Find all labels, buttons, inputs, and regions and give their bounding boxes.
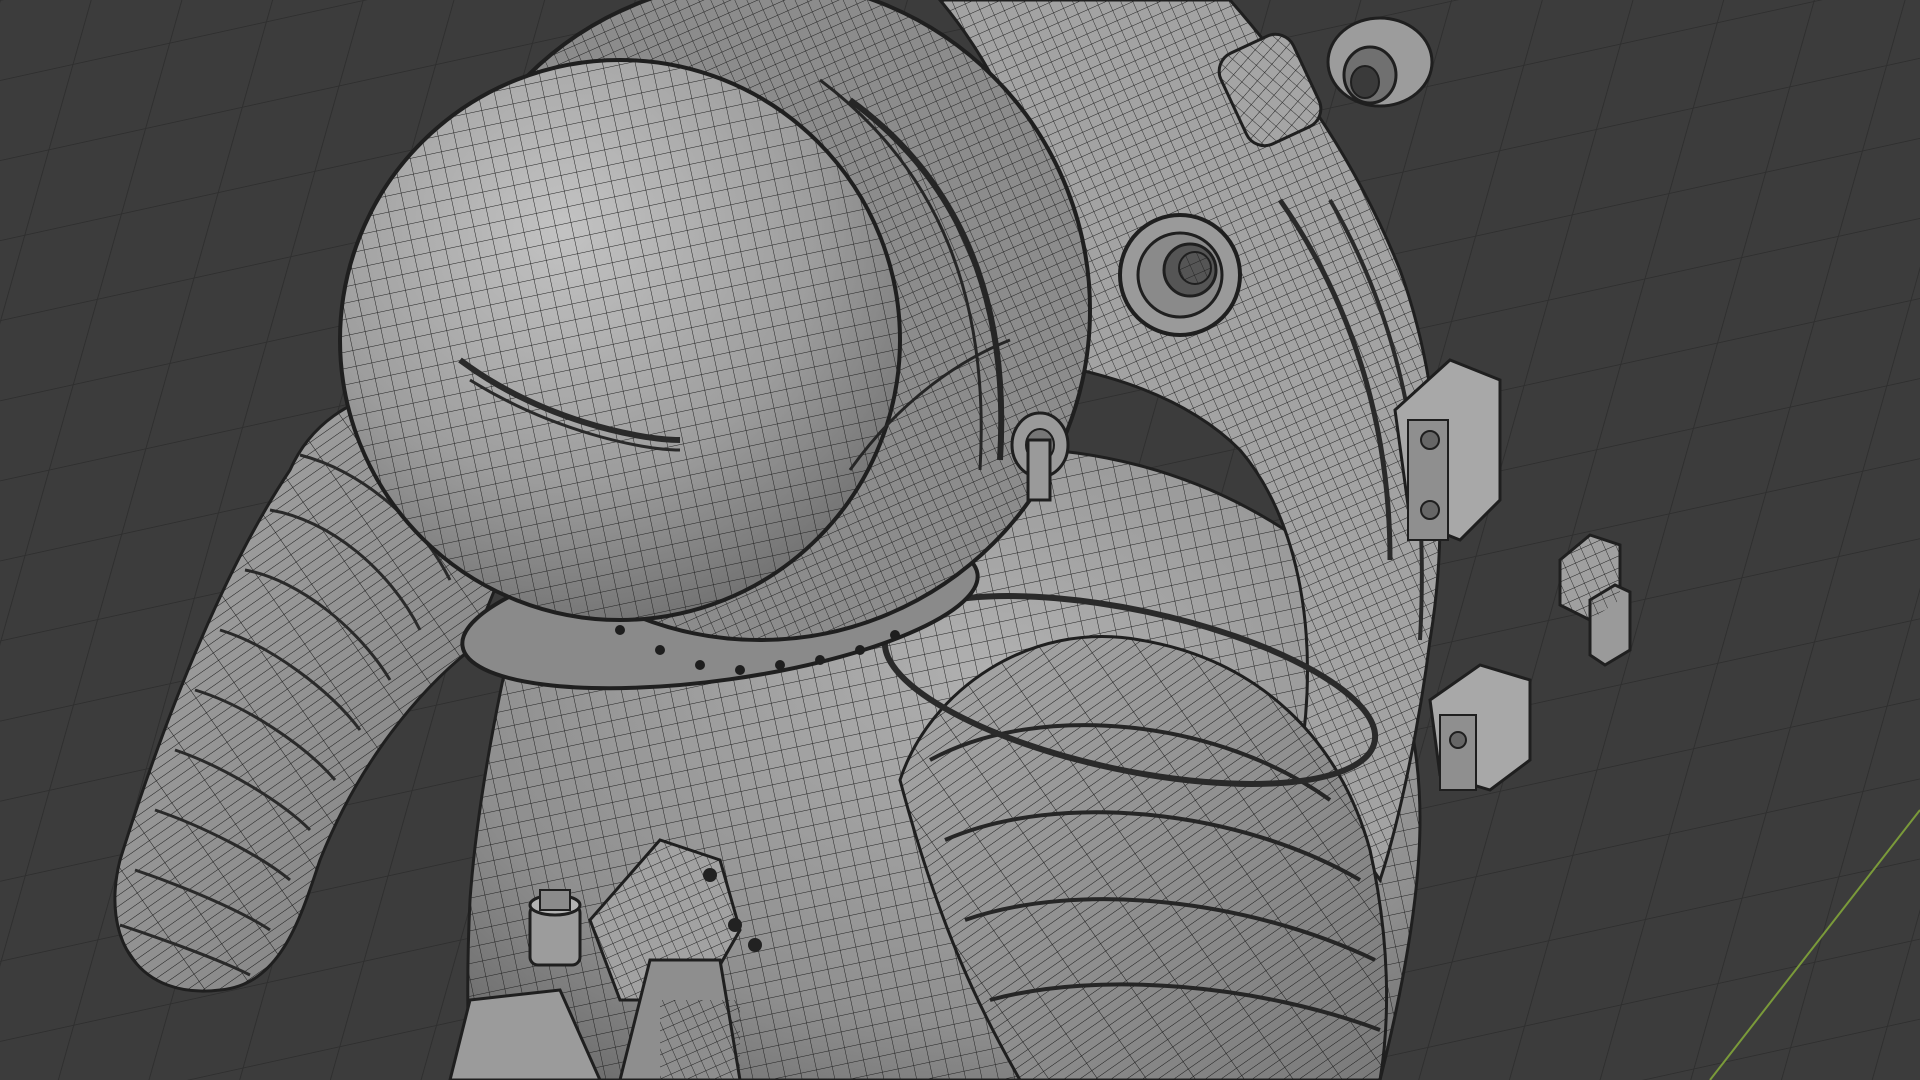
viewport-canvas[interactable] bbox=[0, 0, 1920, 1080]
shell-connector-port[interactable] bbox=[1118, 213, 1242, 337]
chest-valve-knob[interactable] bbox=[528, 889, 582, 967]
3d-viewport[interactable] bbox=[0, 0, 1920, 1080]
floating-nozzle-mesh[interactable] bbox=[1326, 16, 1434, 108]
